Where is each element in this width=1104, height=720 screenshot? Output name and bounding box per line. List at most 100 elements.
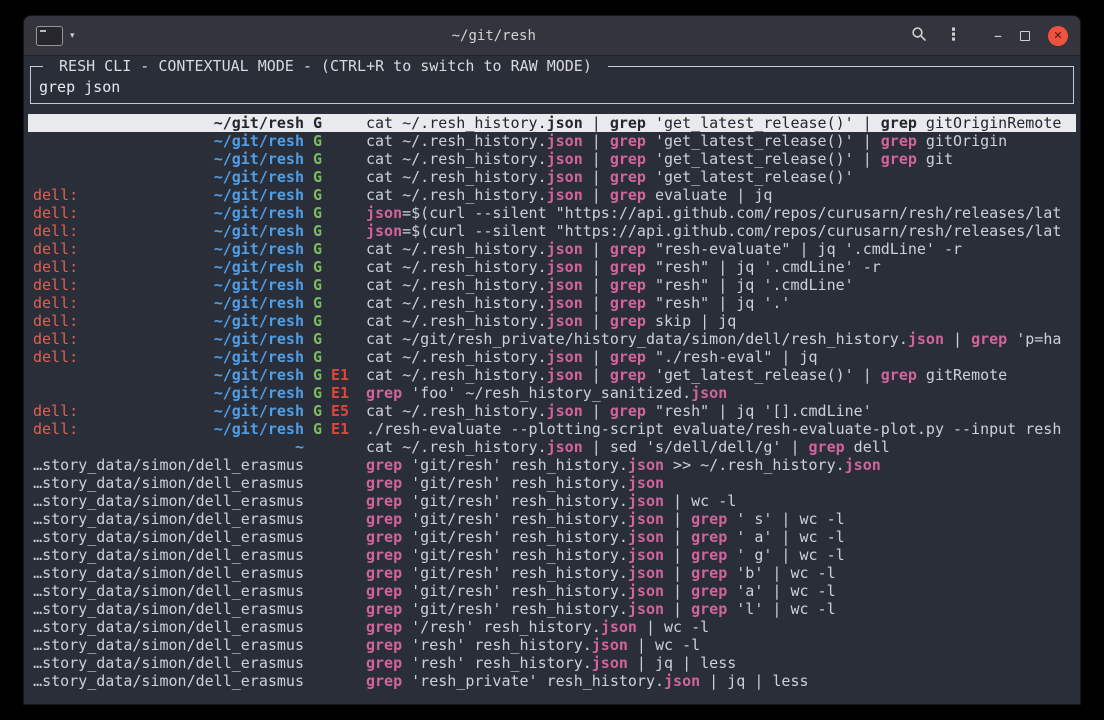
history-row[interactable]: …story_data/simon/dell_erasmusgrep 'git/… (28, 456, 1076, 474)
history-row[interactable]: dell:~/git/reshGcat ~/.resh_history.json… (28, 348, 1076, 366)
history-row[interactable]: ~/git/reshGcat ~/.resh_history.json | gr… (28, 168, 1076, 186)
minimize-button[interactable]: – (994, 28, 1002, 44)
query-match: grep (610, 348, 646, 366)
row-command: grep 'git/resh' resh_history.json (366, 474, 1076, 492)
row-command: cat ~/.resh_history.json | sed 's/dell/d… (366, 438, 1076, 456)
row-directory: ~/git/resh (198, 348, 304, 366)
row-path: …story_data/simon/dell_erasmus (28, 510, 304, 528)
row-command: grep 'git/resh' resh_history.json | grep… (366, 600, 1076, 618)
new-terminal-button[interactable] (36, 26, 63, 46)
restore-button[interactable] (1020, 31, 1030, 41)
git-flag: G (313, 348, 322, 366)
titlebar-left-group: ▾ (36, 26, 77, 46)
history-row[interactable]: dell:~/git/reshGjson=$(curl --silent "ht… (28, 204, 1076, 222)
history-row[interactable]: dell:~/git/reshGcat ~/.resh_history.json… (28, 312, 1076, 330)
history-row[interactable]: ~cat ~/.resh_history.json | sed 's/dell/… (28, 438, 1076, 456)
query-match: grep (610, 366, 646, 384)
query-match: json (628, 564, 664, 582)
git-flag: G (313, 222, 322, 240)
git-flag: G (313, 384, 322, 402)
history-row[interactable]: …story_data/simon/dell_erasmusgrep 'resh… (28, 654, 1076, 672)
history-row[interactable]: …story_data/simon/dell_erasmusgrep 'git/… (28, 564, 1076, 582)
history-row[interactable]: ~/git/reshGE1grep 'foo' ~/resh_history_s… (28, 384, 1076, 402)
git-flag: G (313, 114, 322, 132)
row-flags (304, 546, 366, 564)
history-row[interactable]: …story_data/simon/dell_erasmusgrep 'git/… (28, 600, 1076, 618)
history-row[interactable]: dell:~/git/reshGjson=$(curl --silent "ht… (28, 222, 1076, 240)
history-row[interactable]: …story_data/simon/dell_erasmusgrep 'git/… (28, 474, 1076, 492)
row-flags: G (304, 258, 366, 276)
row-flags: G (304, 150, 366, 168)
history-row[interactable]: …story_data/simon/dell_erasmusgrep 'git/… (28, 510, 1076, 528)
row-host (28, 438, 198, 456)
history-row[interactable]: …story_data/simon/dell_erasmusgrep 'resh… (28, 636, 1076, 654)
query-match: grep (881, 132, 917, 150)
history-row[interactable]: ~/git/reshGE1cat ~/.resh_history.json | … (28, 366, 1076, 384)
row-command: cat ~/.resh_history.json | grep 'get_lat… (366, 366, 1076, 384)
query-match: json (592, 636, 628, 654)
query-match: grep (691, 564, 727, 582)
terminal-window: ▾ ~/git/resh ⋮ – ✕ (24, 16, 1080, 704)
row-directory: ~/git/resh (198, 258, 304, 276)
history-row[interactable]: dell:~/git/reshGcat ~/git/resh_private/h… (28, 330, 1076, 348)
titlebar[interactable]: ▾ ~/git/resh ⋮ – ✕ (24, 16, 1080, 56)
row-host: dell: (28, 420, 198, 438)
history-row[interactable]: …story_data/simon/dell_erasmusgrep 'git/… (28, 546, 1076, 564)
row-directory: ~/git/resh (198, 204, 304, 222)
query-match: json (547, 402, 583, 420)
row-flags (304, 528, 366, 546)
chevron-down-icon[interactable]: ▾ (68, 29, 77, 43)
query-match: grep (610, 132, 646, 150)
titlebar-right-group: ⋮ – ✕ (911, 26, 1068, 46)
history-row[interactable]: dell:~/git/reshGcat ~/.resh_history.json… (28, 294, 1076, 312)
exit-status-flag: E1 (331, 420, 349, 438)
row-command: cat ~/git/resh_private/history_data/simo… (366, 330, 1076, 348)
query-match: grep (366, 384, 402, 402)
search-button[interactable] (911, 26, 927, 46)
row-path: …story_data/simon/dell_erasmus (28, 582, 304, 600)
row-flags: G (304, 240, 366, 258)
search-icon (911, 26, 927, 46)
history-row[interactable]: …story_data/simon/dell_erasmusgrep 'git/… (28, 492, 1076, 510)
row-path: …story_data/simon/dell_erasmus (28, 546, 304, 564)
row-flags (304, 492, 366, 510)
restore-icon (1020, 31, 1030, 41)
row-flags: G (304, 348, 366, 366)
row-command: cat ~/.resh_history.json | grep "./resh-… (366, 348, 1076, 366)
row-command: grep 'git/resh' resh_history.json >> ~/.… (366, 456, 1076, 474)
history-row[interactable]: ~/git/reshGcat ~/.resh_history.json | gr… (28, 150, 1076, 168)
query-match: grep (610, 402, 646, 420)
history-row[interactable]: ~/git/reshGcat ~/.resh_history.json | gr… (28, 132, 1076, 150)
row-flags: G (304, 330, 366, 348)
row-path: …story_data/simon/dell_erasmus (28, 636, 304, 654)
query-match: grep (610, 294, 646, 312)
search-query-input[interactable]: grep json (39, 78, 1065, 96)
history-row[interactable]: dell:~/git/reshGcat ~/.resh_history.json… (28, 276, 1076, 294)
row-command: cat ~/.resh_history.json | grep "resh" |… (366, 276, 1076, 294)
history-row[interactable]: dell:~/git/reshGcat ~/.resh_history.json… (28, 240, 1076, 258)
query-match: json (908, 330, 944, 348)
query-match: json (691, 384, 727, 402)
row-host: dell: (28, 402, 198, 420)
row-flags: G (304, 186, 366, 204)
history-row[interactable]: …story_data/simon/dell_erasmusgrep '/res… (28, 618, 1076, 636)
history-row[interactable]: ~/git/reshGcat ~/.resh_history.json | gr… (28, 114, 1076, 132)
history-row[interactable]: …story_data/simon/dell_erasmusgrep 'git/… (28, 582, 1076, 600)
history-row[interactable]: dell:~/git/reshGE1./resh-evaluate --plot… (28, 420, 1076, 438)
row-flags: G (304, 294, 366, 312)
query-match: grep (366, 636, 402, 654)
history-row[interactable]: dell:~/git/reshGcat ~/.resh_history.json… (28, 186, 1076, 204)
menu-button[interactable]: ⋮ (945, 27, 962, 44)
row-directory: ~/git/resh (198, 312, 304, 330)
history-row[interactable]: dell:~/git/reshGcat ~/.resh_history.json… (28, 258, 1076, 276)
row-command: grep 'git/resh' resh_history.json | wc -… (366, 492, 1076, 510)
history-row[interactable]: …story_data/simon/dell_erasmusgrep 'resh… (28, 672, 1076, 690)
row-command: cat ~/.resh_history.json | grep "resh" |… (366, 258, 1076, 276)
history-row[interactable]: …story_data/simon/dell_erasmusgrep 'git/… (28, 528, 1076, 546)
close-button[interactable]: ✕ (1048, 26, 1068, 46)
history-row[interactable]: dell:~/git/reshGE5cat ~/.resh_history.js… (28, 402, 1076, 420)
row-command: cat ~/.resh_history.json | grep 'get_lat… (366, 132, 1076, 150)
row-directory: ~/git/resh (198, 168, 304, 186)
row-command: grep 'git/resh' resh_history.json | grep… (366, 564, 1076, 582)
row-directory: ~/git/resh (198, 150, 304, 168)
